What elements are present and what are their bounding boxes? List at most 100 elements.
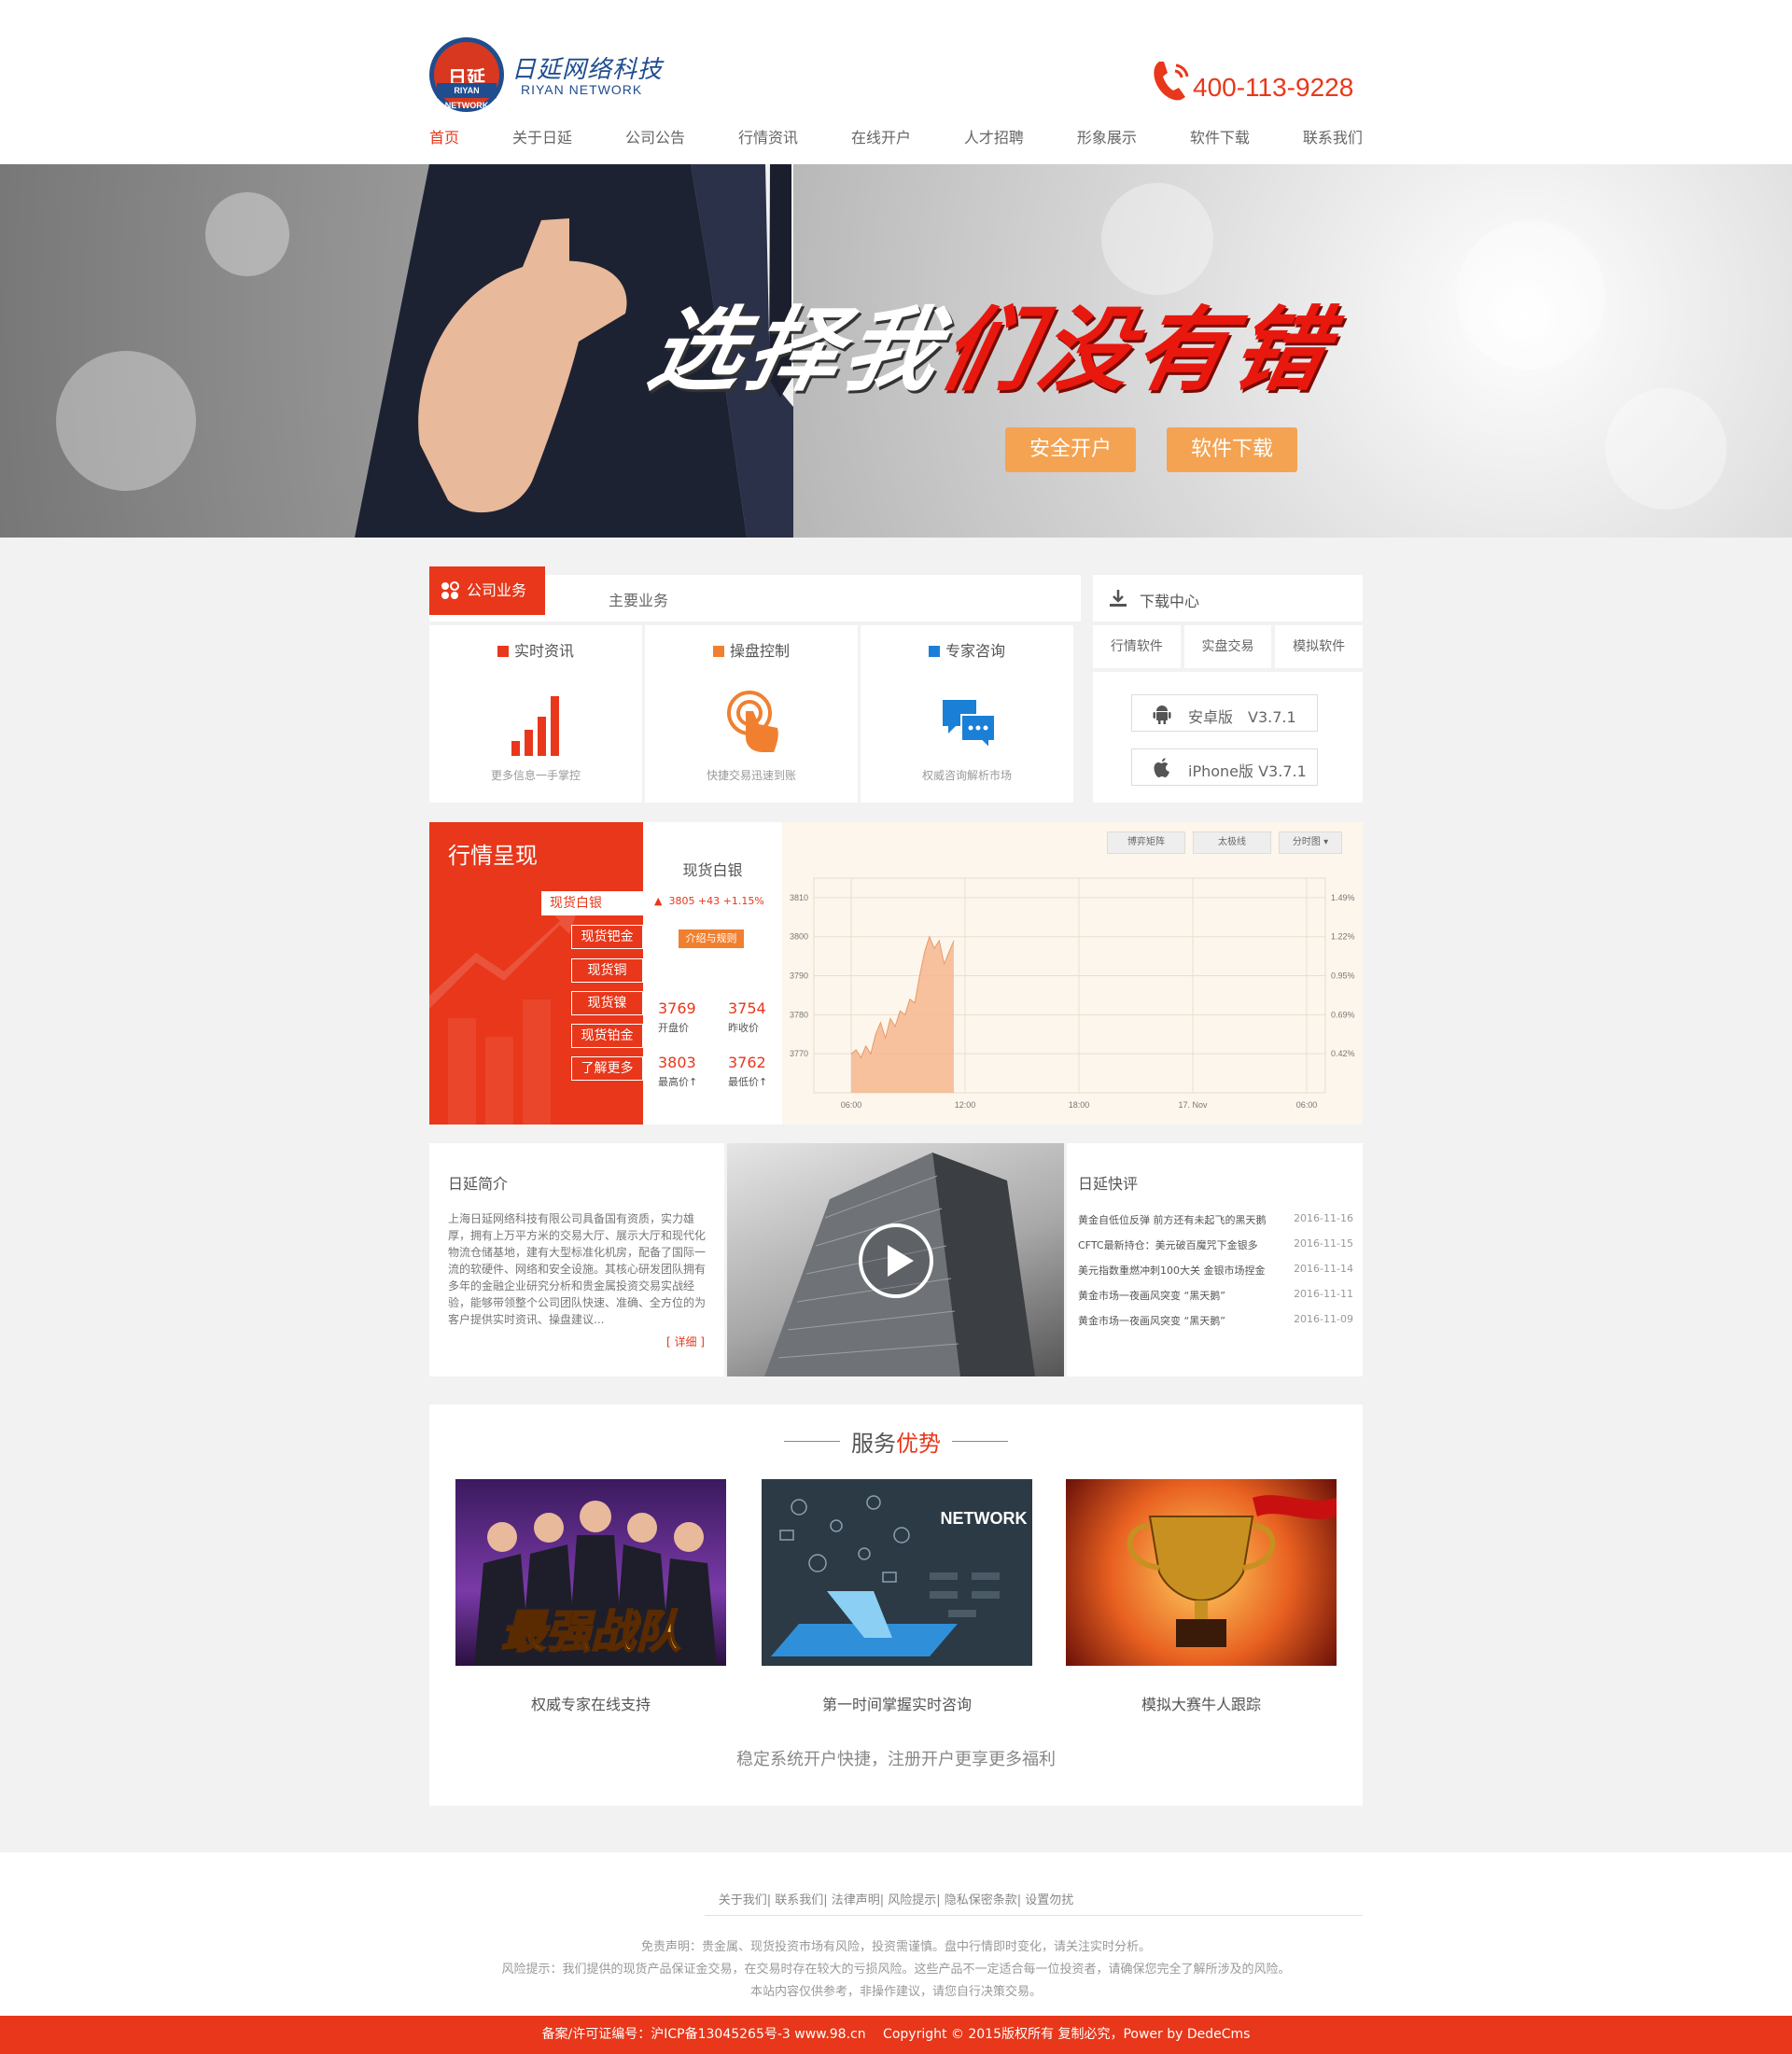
business-card-trading[interactable]: 操盘控制 快捷交易迅速到账 bbox=[645, 625, 858, 803]
x-tick-label: 17. Nov bbox=[1178, 1100, 1208, 1110]
business-card-desc: 快捷交易迅速到账 bbox=[706, 769, 796, 782]
nav-item-announcements[interactable]: 公司公告 bbox=[625, 125, 685, 153]
nav-item-download[interactable]: 软件下载 bbox=[1190, 125, 1250, 153]
tab-live-trading[interactable]: 实盘交易 bbox=[1183, 625, 1272, 668]
nav-item-careers[interactable]: 人才招聘 bbox=[964, 125, 1024, 153]
reference-note-text: 本站内容仅供参考，非操作建议，请您自行决策交易。 bbox=[749, 1985, 1042, 1999]
logo-badge-icon: 日延 RIYAN NETWORK bbox=[429, 37, 504, 112]
market-tab-more[interactable]: 了解更多 bbox=[571, 1056, 643, 1081]
phone-number[interactable]: 400-113-9228 bbox=[1193, 73, 1353, 103]
chart-btn-intraday[interactable]: 分时图 ▾ bbox=[1279, 831, 1342, 854]
news-item[interactable]: 黄金自低位反弹 前方还有未起飞的黑天鹅 2016-11-16 bbox=[1078, 1212, 1353, 1227]
low-price: 3762 bbox=[728, 1054, 766, 1071]
disclaimer-text: 免责声明：贵金属、现货投资市场有风险，投资需谨慎。盘中行情即时变化，请关注实时分… bbox=[640, 1940, 1151, 1954]
news-item[interactable]: 黄金市场一夜画风突变 “黑天鹅” 2016-11-09 bbox=[1078, 1313, 1353, 1328]
tab-market-software[interactable]: 行情软件 bbox=[1093, 625, 1181, 668]
download-iphone-button[interactable]: iPhone版 V3.7.1 bbox=[1131, 748, 1318, 786]
news-item[interactable]: 黄金市场一夜画风突变 “黑天鹅” 2016-11-11 bbox=[1078, 1288, 1353, 1303]
nav-item-gallery[interactable]: 形象展示 bbox=[1077, 125, 1137, 153]
market-panel: 行情呈现 现货白银 现货钯金 现货铜 现货镍 现货铂金 了解更多 现货白银 ▲ … bbox=[429, 822, 1363, 1125]
news-item[interactable]: 美元指数重燃冲刺100大关 金银市场捏金 2016-11-14 bbox=[1078, 1263, 1353, 1278]
risk-warning-text: 风险提示：我们提供的现货产品保证金交易，在交易时存在较大的亏损风险。这些产品不一… bbox=[501, 1963, 1291, 1977]
x-tick-label: 06:00 bbox=[841, 1100, 862, 1110]
service-title: 服务优势 bbox=[851, 1431, 941, 1457]
service-caption-realtime: 第一时间掌握实时咨询 bbox=[821, 1696, 972, 1713]
chart-btn-taiji[interactable]: 太极线 bbox=[1193, 831, 1271, 854]
open-price-label: 开盘价 bbox=[658, 1022, 689, 1034]
banner-slogan: 选择我们没有错 bbox=[639, 276, 1347, 409]
logo[interactable]: 日延 RIYAN NETWORK 日延网络科技 RIYAN NETWORK bbox=[429, 37, 662, 114]
trophy-icon bbox=[1127, 1495, 1337, 1647]
grid-icon bbox=[441, 581, 459, 599]
team-portrait-image: 最强战队 bbox=[474, 1501, 717, 1666]
open-price: 3769 bbox=[658, 999, 696, 1017]
safe-open-account-button[interactable]: 安全开户 bbox=[1005, 427, 1136, 472]
intro-title: 日延简介 bbox=[448, 1175, 509, 1193]
business-card-desc: 更多信息一手掌控 bbox=[490, 769, 581, 782]
svg-text:NETWORK: NETWORK bbox=[941, 1509, 1028, 1528]
nav-item-home[interactable]: 首页 bbox=[429, 125, 459, 153]
chart-btn-game-matrix[interactable]: 博弈矩阵 bbox=[1107, 831, 1185, 854]
nav-item-open-account[interactable]: 在线开户 bbox=[851, 125, 911, 153]
company-intro: 日延简介 上海日延网络科技有限公司具备国有资质，实力雄厚，拥有上万平方米的交易大… bbox=[429, 1143, 724, 1376]
touch-icon bbox=[727, 691, 778, 752]
download-list: 安卓版 V3.7.1 iPhone版 V3.7.1 bbox=[1093, 672, 1363, 803]
service-advantages: 服务优势 最强战队 NETWORK 权威专家在线支持 第一时间掌握实时咨询 模拟… bbox=[429, 1404, 1363, 1806]
x-tick-label: 18:00 bbox=[1069, 1100, 1090, 1110]
business-tab[interactable]: 公司业务 bbox=[429, 566, 545, 615]
y-tick-label: 3800 bbox=[790, 932, 808, 942]
business-tab-label: 公司业务 bbox=[467, 581, 527, 599]
download-title: 下载中心 bbox=[1140, 593, 1200, 610]
nav-item-contact[interactable]: 联系我们 bbox=[1303, 125, 1363, 153]
intro-video[interactable] bbox=[727, 1143, 1064, 1376]
quote-name: 现货白银 bbox=[682, 861, 743, 879]
software-download-button[interactable]: 软件下载 bbox=[1167, 427, 1297, 472]
site-header: 日延 RIYAN NETWORK 日延网络科技 RIYAN NETWORK 40… bbox=[0, 0, 1792, 164]
android-icon bbox=[1153, 706, 1171, 724]
review-title: 日延快评 bbox=[1078, 1175, 1139, 1193]
hero-banner: 选择我们没有错 安全开户 软件下载 bbox=[0, 164, 1792, 538]
intro-text: 上海日延网络科技有限公司具备国有资质，实力雄厚，拥有上万平方米的交易大厅、展示大… bbox=[448, 1212, 707, 1326]
logo-name-cn: 日延网络科技 bbox=[511, 56, 664, 84]
download-tabs: 行情软件 实盘交易 模拟软件 bbox=[1093, 625, 1364, 668]
service-caption-experts: 权威专家在线支持 bbox=[530, 1696, 651, 1713]
business-card-desc: 权威咨询解析市场 bbox=[921, 769, 1012, 782]
intro-rules-button[interactable]: 介绍与规则 bbox=[679, 929, 744, 948]
market-tab-nickel[interactable]: 现货镍 bbox=[571, 991, 643, 1015]
trophy-image[interactable] bbox=[1066, 1479, 1337, 1666]
market-tab-platinum[interactable]: 现货铂金 bbox=[571, 1024, 643, 1048]
play-icon[interactable] bbox=[858, 1223, 934, 1299]
intro-more-link[interactable]: [ 详细 ] bbox=[666, 1334, 705, 1349]
quick-review: 日延快评 黄金自低位反弹 前方还有未起飞的黑天鹅 2016-11-16 CFTC最… bbox=[1067, 1143, 1363, 1376]
slogan-red-part: 们没有错 bbox=[931, 298, 1343, 404]
apple-icon bbox=[1154, 758, 1169, 777]
news-item[interactable]: CFTC最新持仓：美元破百魔咒下金银多 2016-11-15 bbox=[1078, 1237, 1353, 1252]
high-price: 3803 bbox=[658, 1054, 696, 1071]
market-quote: 现货白银 ▲ 3805 +43 +1.15% 介绍与规则 3769 开盘价 37… bbox=[643, 822, 782, 1125]
copyright-bar: 备案/许可证编号：沪ICP备13045265号-3 www.98.cn Copy… bbox=[0, 2016, 1792, 2054]
bar-chart-icon bbox=[511, 696, 559, 756]
team-image[interactable]: 最强战队 bbox=[455, 1479, 726, 1666]
business-card-title: 操盘控制 bbox=[645, 638, 858, 661]
footer-links[interactable]: 关于我们| 联系我们| 法律声明| 风险提示| 隐私保密条款| 设置勿扰 bbox=[0, 1890, 1792, 1907]
download-android-button[interactable]: 安卓版 V3.7.1 bbox=[1131, 694, 1318, 732]
tab-simulation[interactable]: 模拟软件 bbox=[1275, 625, 1364, 668]
x-tick-label: 12:00 bbox=[955, 1100, 976, 1110]
market-tab-silver[interactable]: 现货白银 bbox=[541, 891, 643, 915]
prev-close-price: 3754 bbox=[728, 999, 766, 1017]
nav-item-about[interactable]: 关于日延 bbox=[512, 125, 572, 153]
business-card-consult[interactable]: 专家咨询 权威咨询解析市场 bbox=[861, 625, 1073, 803]
nav-item-market-news[interactable]: 行情资讯 bbox=[738, 125, 798, 153]
price-chart-svg: 06:00 12:00 18:00 17. Nov 06:00 3770 0.42% 3780… bbox=[790, 877, 1355, 1110]
market-tab-copper[interactable]: 现货铜 bbox=[571, 958, 643, 983]
y2-tick-label: 1.22% bbox=[1331, 932, 1355, 942]
download-header: 下载中心 bbox=[1093, 575, 1363, 622]
svg-text:最强战队: 最强战队 bbox=[501, 1606, 680, 1658]
download-center: 下载中心 行情软件 实盘交易 模拟软件 安卓版 V3.7.1 iPhone版 V… bbox=[1093, 575, 1364, 803]
network-image[interactable]: NETWORK bbox=[762, 1479, 1032, 1666]
service-slogan: 稳定系统开户快捷，注册开户更享更多福利 bbox=[736, 1750, 1056, 1769]
x-tick-label: 06:00 bbox=[1296, 1100, 1318, 1110]
business-card-news[interactable]: 实时资讯 更多信息一手掌控 bbox=[429, 625, 642, 803]
quote-change: ▲ 3805 +43 +1.15% bbox=[654, 895, 764, 907]
market-tab-palladium[interactable]: 现货钯金 bbox=[571, 925, 643, 949]
